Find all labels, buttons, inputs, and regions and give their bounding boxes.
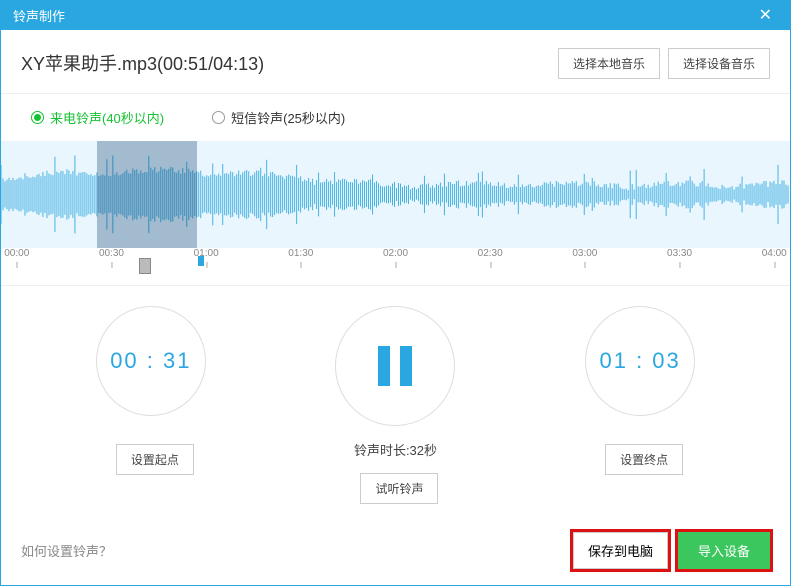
radio-icon bbox=[212, 111, 225, 124]
duration-text: 铃声时长:32秒 bbox=[354, 440, 437, 459]
import-device-button[interactable]: 导入设备 bbox=[678, 532, 770, 569]
controls-row: 00 : 31 设置起点 铃声时长:32秒 试听铃声 01 : 03 设置终点 bbox=[1, 286, 790, 516]
ruler-tick: 01:30 bbox=[288, 248, 313, 259]
radio-label: 短信铃声(25秒以内) bbox=[231, 108, 345, 127]
track-title: XY苹果助手.mp3(00:51/04:13) bbox=[21, 50, 550, 76]
time-ruler[interactable]: 00:00 00:30 01:00 01:30 02:00 02:30 03:00 03:30… bbox=[1, 248, 790, 286]
selection-region[interactable] bbox=[97, 141, 197, 248]
window-title: 铃声制作 bbox=[13, 6, 753, 25]
waveform-area[interactable] bbox=[1, 141, 790, 248]
save-to-pc-button[interactable]: 保存到电脑 bbox=[573, 532, 668, 569]
footer: 如何设置铃声？ 保存到电脑 导入设备 bbox=[1, 516, 790, 585]
play-pause-button[interactable] bbox=[335, 306, 455, 426]
ruler-tick: 00:30 bbox=[99, 248, 124, 259]
titlebar: 铃声制作 ✕ bbox=[1, 1, 790, 30]
end-time-dial: 01 : 03 bbox=[585, 306, 695, 416]
start-handle[interactable] bbox=[139, 258, 151, 274]
start-time-dial: 00 : 31 bbox=[96, 306, 206, 416]
ruler-tick: 03:00 bbox=[572, 248, 597, 259]
ruler-tick: 03:30 bbox=[667, 248, 692, 259]
ringtone-type-group: 来电铃声(40秒以内) 短信铃声(25秒以内) bbox=[1, 94, 790, 141]
set-end-button[interactable]: 设置终点 bbox=[605, 444, 683, 475]
ruler-tick: 01:00 bbox=[194, 248, 219, 259]
close-icon[interactable]: ✕ bbox=[753, 5, 778, 25]
radio-icon bbox=[31, 111, 44, 124]
select-device-button[interactable]: 选择设备音乐 bbox=[668, 48, 770, 79]
start-group: 00 : 31 设置起点 bbox=[96, 306, 206, 475]
end-group: 01 : 03 设置终点 bbox=[585, 306, 695, 475]
radio-sms-ringtone[interactable]: 短信铃声(25秒以内) bbox=[212, 108, 345, 127]
info-row: XY苹果助手.mp3(00:51/04:13) 选择本地音乐 选择设备音乐 bbox=[1, 30, 790, 94]
preview-button[interactable]: 试听铃声 bbox=[360, 473, 438, 504]
ruler-tick: 02:30 bbox=[478, 248, 503, 259]
radio-label: 来电铃声(40秒以内) bbox=[50, 108, 164, 127]
select-local-button[interactable]: 选择本地音乐 bbox=[558, 48, 660, 79]
help-link[interactable]: 如何设置铃声？ bbox=[21, 541, 112, 560]
pause-icon bbox=[378, 346, 412, 386]
ruler-tick: 04:00 bbox=[762, 248, 787, 259]
ruler-tick: 00:00 bbox=[4, 248, 29, 259]
set-start-button[interactable]: 设置起点 bbox=[116, 444, 194, 475]
radio-call-ringtone[interactable]: 来电铃声(40秒以内) bbox=[31, 108, 164, 127]
ruler-tick: 02:00 bbox=[383, 248, 408, 259]
play-group: 铃声时长:32秒 试听铃声 bbox=[335, 306, 455, 504]
